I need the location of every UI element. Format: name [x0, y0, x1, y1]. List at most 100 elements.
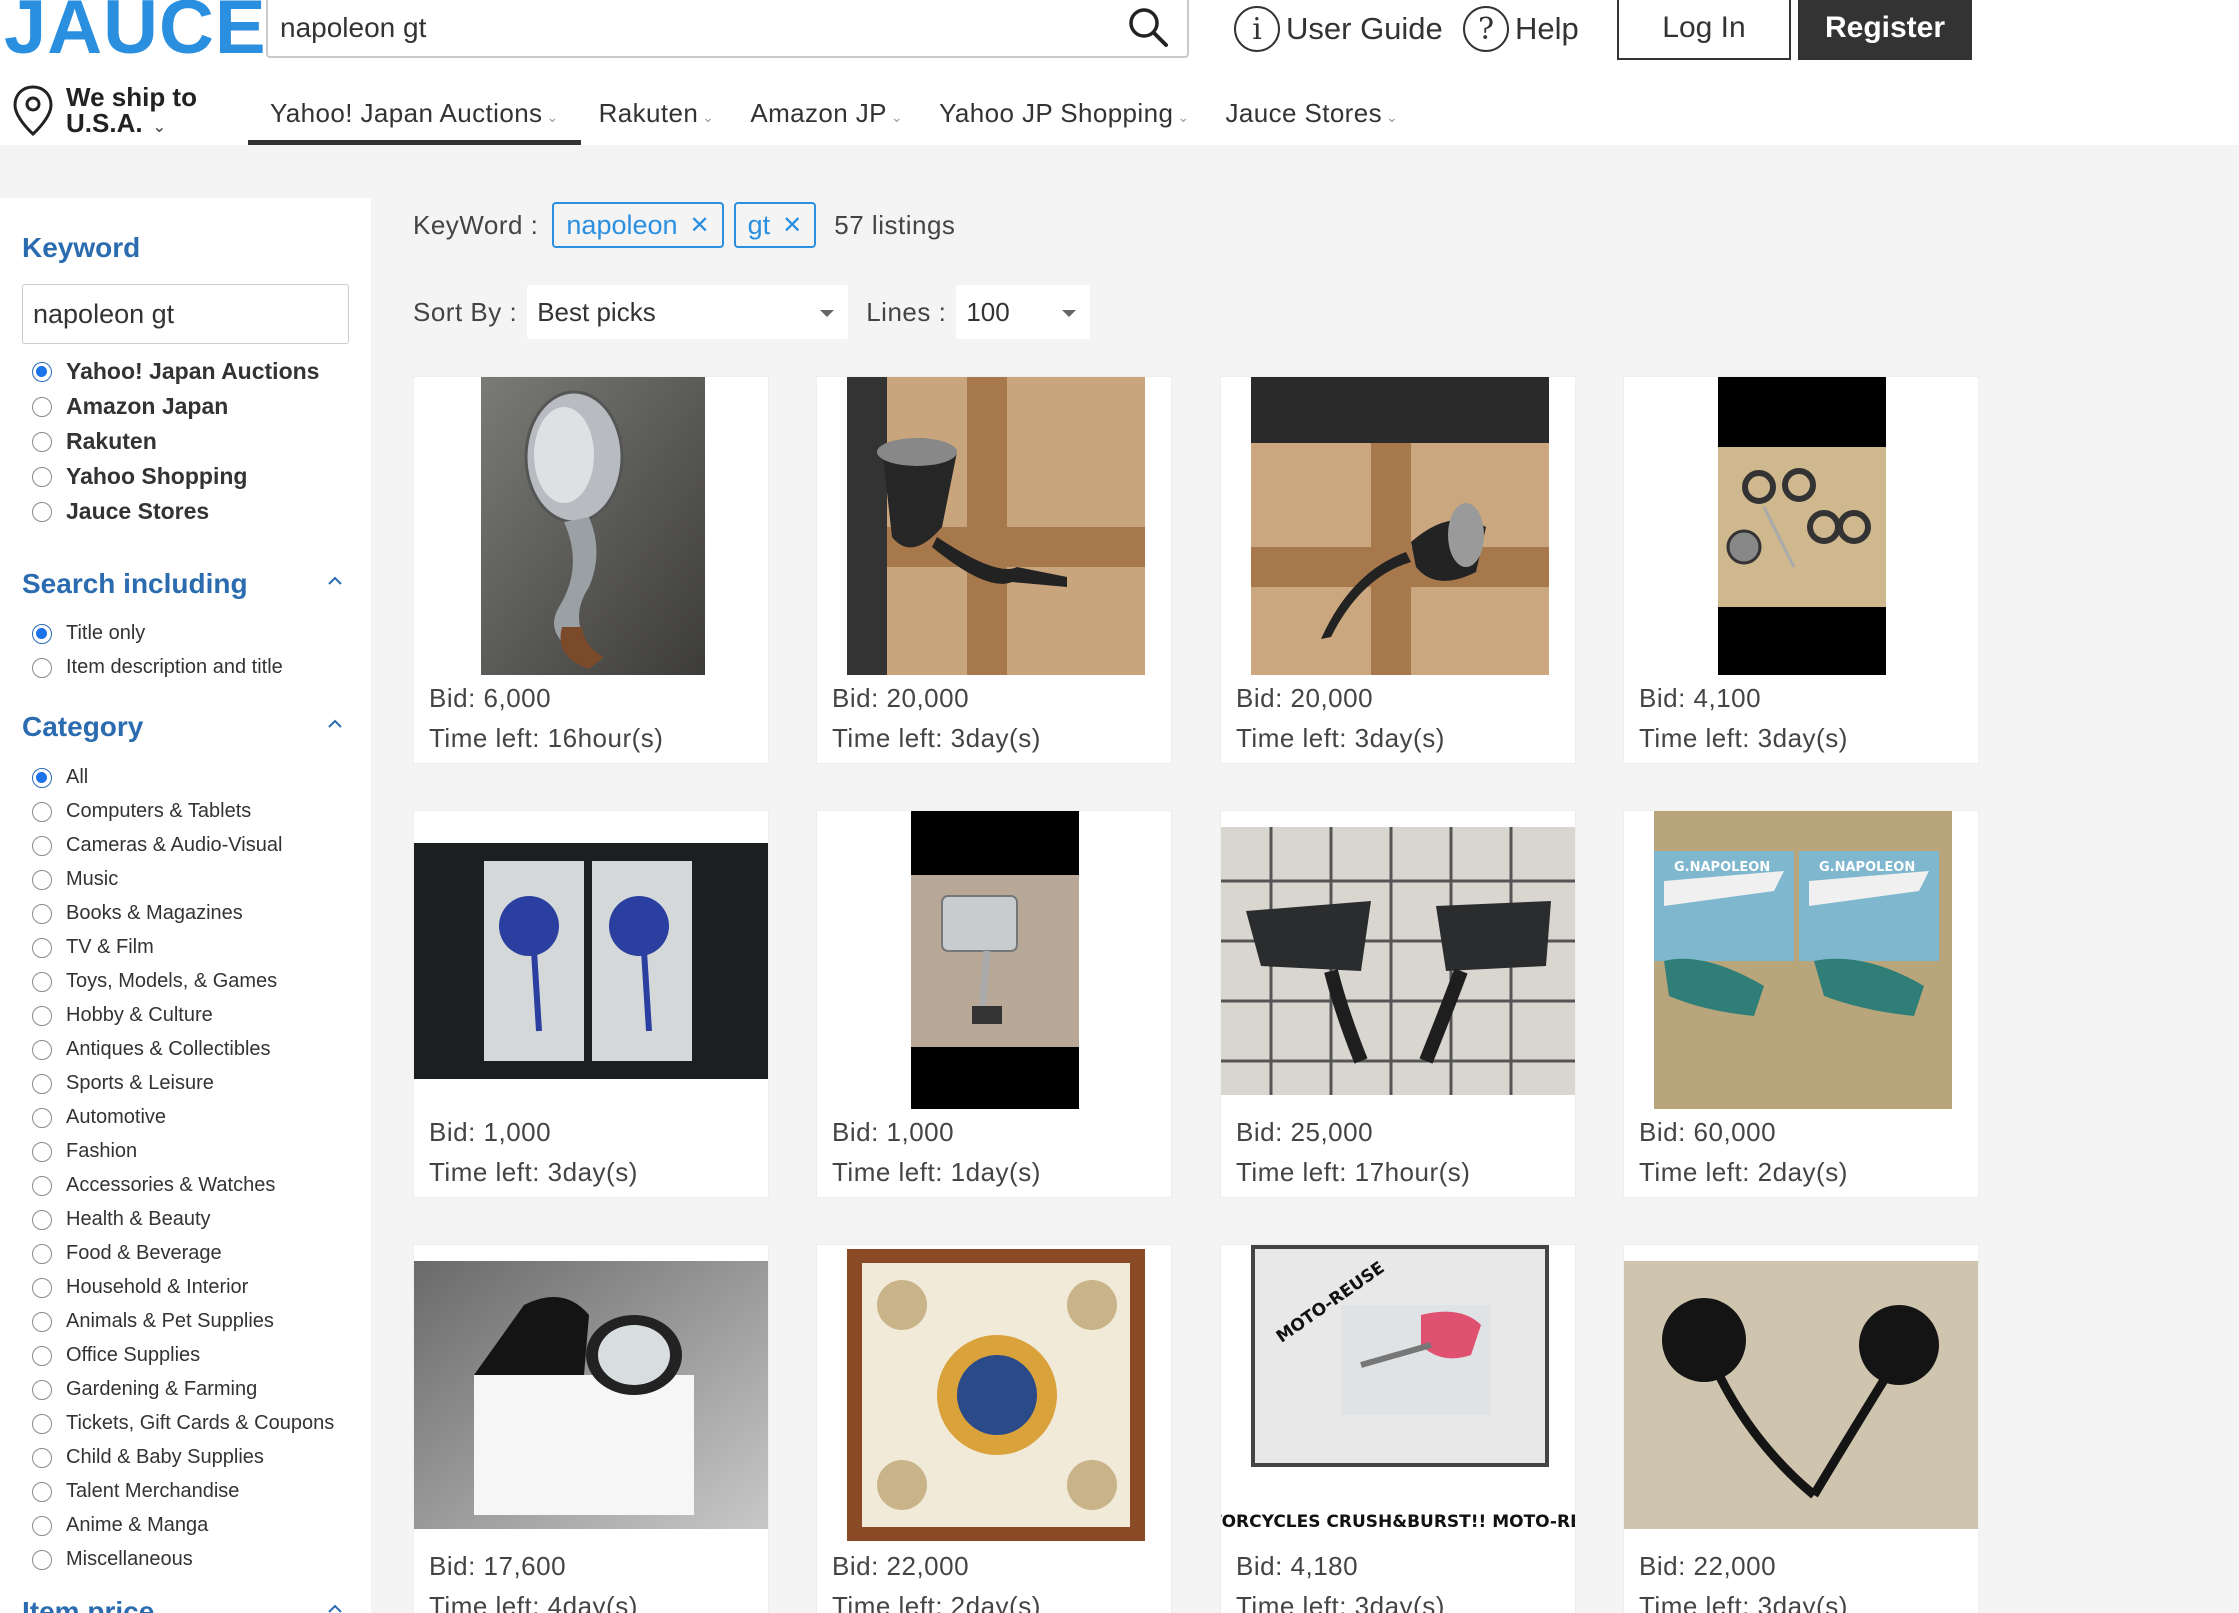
search-option-title-only[interactable]: Title only [32, 622, 145, 645]
close-icon[interactable]: ✕ [782, 211, 802, 240]
radio[interactable] [32, 903, 52, 924]
listing-image[interactable] [817, 811, 1171, 1111]
category-option[interactable]: Food & Beverage [32, 1242, 222, 1265]
radio[interactable] [32, 1277, 52, 1298]
radio[interactable] [32, 1039, 52, 1060]
radio[interactable] [32, 1481, 52, 1502]
radio[interactable] [32, 835, 52, 856]
listing-card[interactable]: Bid: 17,600 Time left: 4day(s) [413, 1244, 769, 1613]
radio[interactable] [32, 1515, 52, 1536]
listing-image[interactable]: G.NAPOLEON G.NAPOLEON [1624, 811, 1978, 1111]
radio[interactable] [32, 1311, 52, 1332]
radio-selected[interactable] [32, 767, 52, 788]
radio[interactable] [32, 1073, 52, 1094]
radio[interactable] [32, 1345, 52, 1366]
category-option[interactable]: Gardening & Farming [32, 1378, 257, 1401]
radio[interactable] [32, 801, 52, 822]
category-option[interactable]: Tickets, Gift Cards & Coupons [32, 1412, 334, 1435]
listing-image[interactable] [817, 377, 1171, 677]
radio[interactable] [32, 1209, 52, 1230]
nav-tab-jauce-stores[interactable]: Jauce Stores ⌄ [1211, 92, 1420, 145]
radio[interactable] [32, 869, 52, 890]
source-option-yahoo-auctions[interactable]: Yahoo! Japan Auctions [32, 358, 319, 385]
nav-tab-rakuten[interactable]: Rakuten ⌄ [581, 92, 737, 145]
source-option-jauce-stores[interactable]: Jauce Stores [32, 498, 209, 525]
listing-card[interactable]: Bid: 1,000 Time left: 3day(s) [413, 810, 769, 1198]
category-option[interactable]: Talent Merchandise [32, 1480, 239, 1503]
listing-card[interactable]: Bid: 6,000 Time left: 16hour(s) [413, 376, 769, 764]
keyword-chip[interactable]: napoleon ✕ [552, 202, 724, 248]
category-option[interactable]: Music [32, 868, 118, 891]
chevron-up-icon[interactable] [326, 715, 344, 733]
category-option[interactable]: Hobby & Culture [32, 1004, 213, 1027]
category-option[interactable]: Animals & Pet Supplies [32, 1310, 274, 1333]
listing-image[interactable]: MOTO-REUSE MOTORCYCLES CRUSH&BURST!! MOT… [1221, 1245, 1575, 1545]
nav-tab-amazon-jp[interactable]: Amazon JP ⌄ [736, 92, 925, 145]
category-option[interactable]: Health & Beauty [32, 1208, 211, 1231]
chevron-up-icon[interactable] [326, 572, 344, 590]
category-option[interactable]: Household & Interior [32, 1276, 248, 1299]
source-option-amazon-japan[interactable]: Amazon Japan [32, 393, 228, 420]
radio-selected[interactable] [32, 361, 52, 382]
listing-image[interactable] [1624, 1245, 1978, 1545]
source-option-yahoo-shopping[interactable]: Yahoo Shopping [32, 463, 247, 490]
radio[interactable] [32, 937, 52, 958]
category-option[interactable]: Toys, Models, & Games [32, 970, 277, 993]
nav-tab-yahoo-auctions[interactable]: Yahoo! Japan Auctions ⌄ [248, 92, 581, 145]
listing-image[interactable] [414, 377, 768, 677]
ship-to-selector[interactable]: We ship to U.S.A. ⌄ [12, 84, 197, 141]
chevron-up-icon[interactable] [326, 1600, 344, 1613]
radio[interactable] [32, 1005, 52, 1026]
radio[interactable] [32, 1549, 52, 1570]
listing-card[interactable]: Bid: 20,000 Time left: 3day(s) [1220, 376, 1576, 764]
login-button[interactable]: Log In [1617, 0, 1791, 60]
listing-image[interactable] [1624, 377, 1978, 677]
category-option[interactable]: Antiques & Collectibles [32, 1038, 271, 1061]
category-option[interactable]: Sports & Leisure [32, 1072, 214, 1095]
nav-tab-yahoo-shopping[interactable]: Yahoo JP Shopping ⌄ [925, 92, 1211, 145]
radio[interactable] [32, 1175, 52, 1196]
jauce-logo[interactable]: JAUCE [4, 0, 267, 68]
radio[interactable] [32, 1379, 52, 1400]
listing-card[interactable]: Bid: 1,000 Time left: 1day(s) [816, 810, 1172, 1198]
category-option[interactable]: All [32, 766, 88, 789]
radio[interactable] [32, 1413, 52, 1434]
radio[interactable] [32, 1107, 52, 1128]
source-option-rakuten[interactable]: Rakuten [32, 428, 157, 455]
category-option[interactable]: Cameras & Audio-Visual [32, 834, 282, 857]
search-input[interactable] [280, 4, 1100, 52]
listing-card[interactable]: Bid: 22,000 Time left: 3day(s) [1623, 1244, 1979, 1613]
category-option[interactable]: TV & Film [32, 936, 154, 959]
user-guide-link[interactable]: i User Guide [1234, 0, 1443, 58]
category-option[interactable]: Anime & Manga [32, 1514, 208, 1537]
listing-image[interactable] [1221, 811, 1575, 1111]
listing-image[interactable] [817, 1245, 1171, 1545]
keyword-chip[interactable]: gt ✕ [733, 202, 817, 248]
sort-select[interactable]: Best picks [527, 285, 849, 339]
listing-card[interactable]: Bid: 20,000 Time left: 3day(s) [816, 376, 1172, 764]
category-option[interactable]: Fashion [32, 1140, 137, 1163]
listing-image[interactable] [414, 811, 768, 1111]
listing-card[interactable]: Bid: 25,000 Time left: 17hour(s) [1220, 810, 1576, 1198]
listing-card[interactable]: Bid: 4,100 Time left: 3day(s) [1623, 376, 1979, 764]
close-icon[interactable]: ✕ [690, 211, 710, 240]
category-option[interactable]: Computers & Tablets [32, 800, 251, 823]
radio[interactable] [32, 971, 52, 992]
category-option[interactable]: Automotive [32, 1106, 166, 1129]
radio[interactable] [32, 1141, 52, 1162]
radio[interactable] [32, 1243, 52, 1264]
search-icon[interactable] [1123, 2, 1173, 52]
listing-card[interactable]: MOTO-REUSE MOTORCYCLES CRUSH&BURST!! MOT… [1220, 1244, 1576, 1613]
category-option[interactable]: Child & Baby Supplies [32, 1446, 264, 1469]
help-link[interactable]: ? Help [1463, 0, 1579, 58]
listing-card[interactable]: Bid: 22,000 Time left: 2day(s) [816, 1244, 1172, 1613]
listing-image[interactable] [1221, 377, 1575, 677]
category-option[interactable]: Accessories & Watches [32, 1174, 275, 1197]
keyword-input[interactable] [22, 284, 349, 344]
category-option[interactable]: Office Supplies [32, 1344, 200, 1367]
category-option[interactable]: Miscellaneous [32, 1548, 193, 1571]
register-button[interactable]: Register [1798, 0, 1972, 60]
listing-card[interactable]: G.NAPOLEON G.NAPOLEON Bid: 60,000 Time l… [1623, 810, 1979, 1198]
radio[interactable] [32, 1447, 52, 1468]
category-option[interactable]: Books & Magazines [32, 902, 243, 925]
